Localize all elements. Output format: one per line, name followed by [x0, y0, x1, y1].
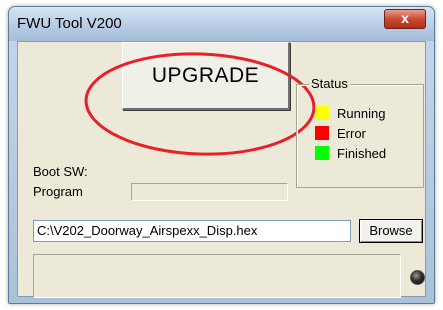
status-legend: Status [309, 76, 350, 91]
boot-sw-program-field [131, 183, 288, 201]
boot-sw-label: Boot SW: [33, 164, 88, 179]
status-label-finished: Finished [337, 145, 387, 161]
error-indicator [315, 126, 329, 140]
status-label-error: Error [337, 125, 366, 141]
browse-button[interactable]: Browse [359, 219, 423, 243]
status-group: Status Running Error Finished [296, 76, 424, 188]
close-button[interactable]: x [384, 9, 426, 29]
program-label: Program [33, 184, 83, 199]
window-title: FWU Tool V200 [17, 15, 122, 32]
status-label-running: Running [337, 105, 386, 121]
led-indicator-icon [410, 270, 425, 285]
file-path-input[interactable]: C:\V202_Doorway_Airspexx_Disp.hex [33, 220, 351, 242]
status-item-running: Running [315, 105, 385, 121]
title-bar[interactable]: FWU Tool V200 x [9, 7, 434, 41]
upgrade-button[interactable]: UPGRADE [122, 42, 290, 110]
running-indicator [315, 106, 329, 120]
status-item-error: Error [315, 125, 366, 141]
progress-bar [33, 254, 401, 298]
close-icon: x [401, 10, 409, 26]
status-item-finished: Finished [315, 145, 386, 161]
finished-indicator [315, 146, 329, 160]
